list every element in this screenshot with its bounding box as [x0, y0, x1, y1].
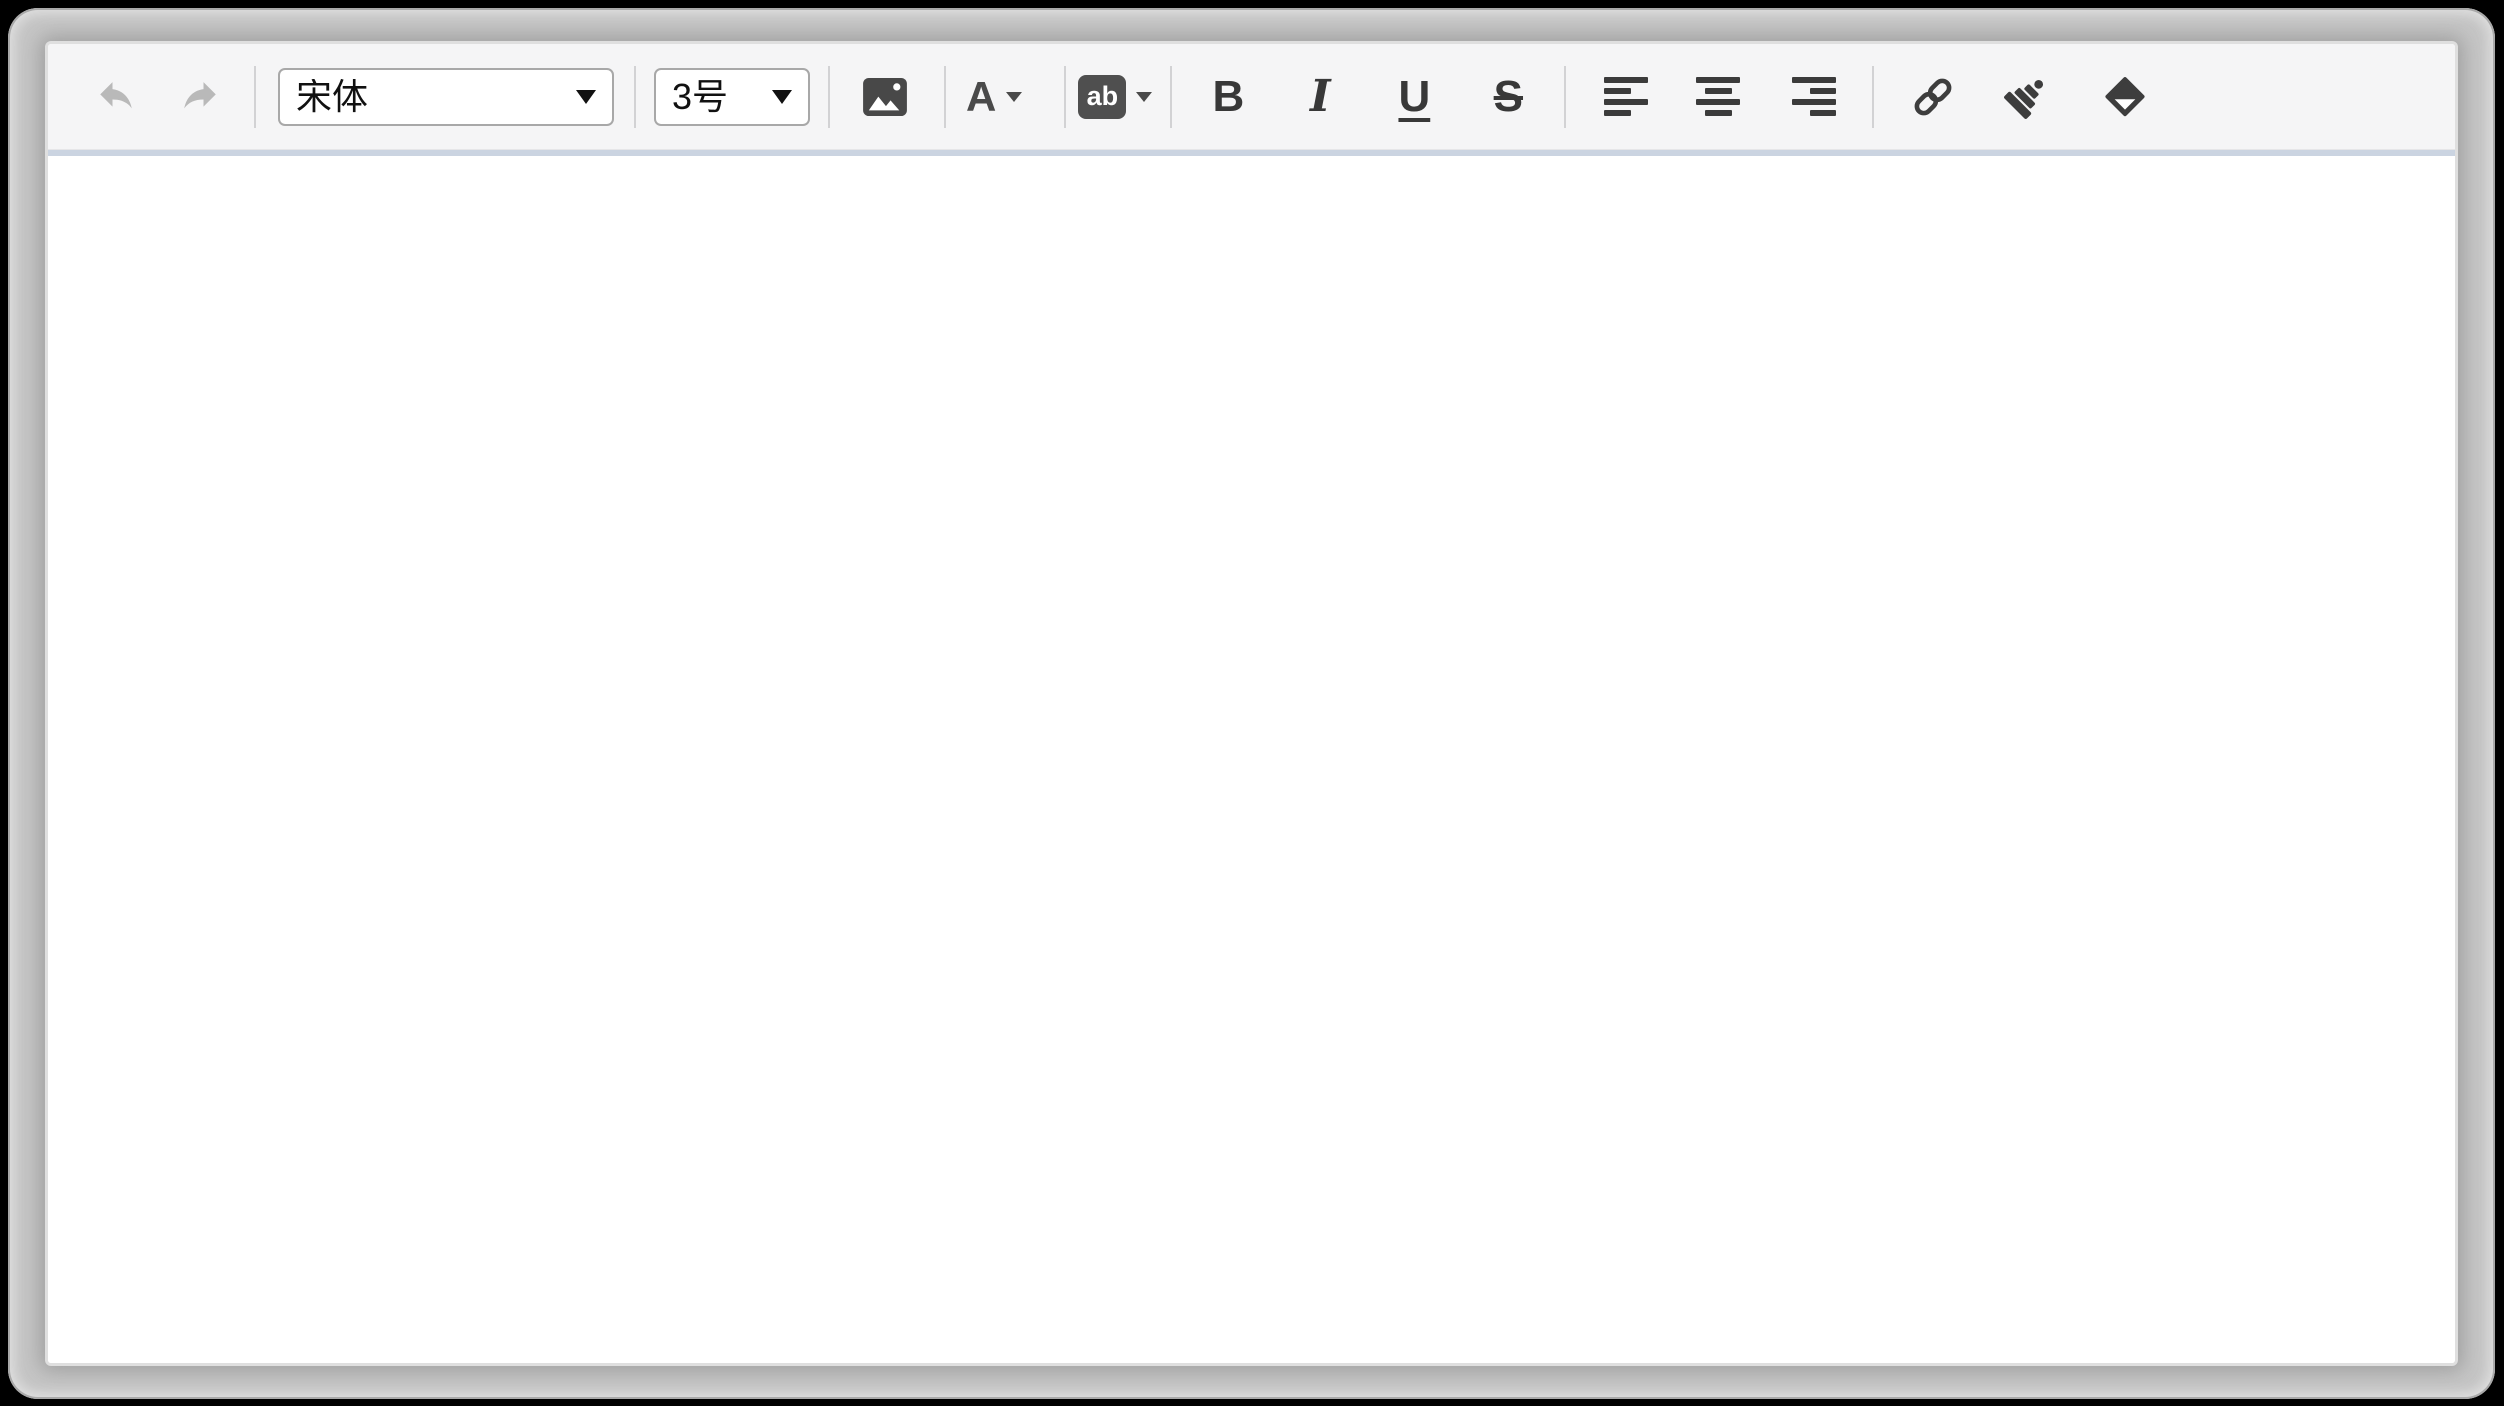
toolbar-separator	[944, 66, 946, 128]
caret-down-icon	[1006, 92, 1022, 102]
font-size-select[interactable]: 3号	[654, 68, 810, 126]
underline-label: U	[1398, 75, 1430, 119]
font-size-value: 3号	[672, 79, 758, 115]
editor-content-area[interactable]	[48, 156, 2455, 1363]
highlight-label: ab	[1087, 83, 1119, 110]
format-brush-button[interactable]	[2000, 55, 2052, 139]
font-color-label: A	[966, 76, 996, 118]
align-left-button[interactable]	[1604, 55, 1648, 139]
chain-link-icon	[1910, 74, 1956, 120]
undo-arrow-icon	[92, 76, 140, 118]
font-family-select[interactable]: 宋体	[278, 68, 614, 126]
undo-button[interactable]	[88, 55, 144, 139]
strikethrough-label: S	[1494, 75, 1523, 119]
toolbar-separator	[1872, 66, 1874, 128]
image-icon	[862, 77, 908, 117]
toolbar-separator	[1064, 66, 1066, 128]
insert-image-button[interactable]	[860, 55, 910, 139]
align-right-button[interactable]	[1792, 55, 1836, 139]
dropdown-caret-icon	[772, 90, 792, 104]
eraser-icon	[2102, 74, 2148, 120]
align-right-icon	[1792, 77, 1836, 116]
highlight-badge: ab	[1078, 75, 1126, 119]
align-left-icon	[1604, 77, 1648, 116]
strikethrough-button[interactable]: S	[1476, 55, 1540, 139]
toolbar-separator	[1564, 66, 1566, 128]
redo-arrow-icon	[176, 76, 224, 118]
dropdown-caret-icon	[576, 90, 596, 104]
bold-button[interactable]: B	[1198, 55, 1258, 139]
underline-button[interactable]: U	[1382, 55, 1446, 139]
insert-link-button[interactable]	[1908, 55, 1958, 139]
toolbar-separator	[254, 66, 256, 128]
bold-label: B	[1212, 75, 1244, 119]
font-color-button[interactable]: A	[966, 55, 1022, 139]
font-family-value: 宋体	[296, 79, 562, 115]
toolbar-separator	[634, 66, 636, 128]
toolbar-separator	[828, 66, 830, 128]
caret-down-icon	[1136, 92, 1152, 102]
paint-brush-icon	[2001, 72, 2051, 122]
rich-text-editor: 宋体 3号 A	[48, 44, 2455, 1363]
toolbar-separator	[1170, 66, 1172, 128]
italic-button[interactable]: I	[1290, 55, 1350, 139]
highlight-color-button[interactable]: ab	[1078, 55, 1152, 139]
redo-button[interactable]	[172, 55, 228, 139]
clear-format-button[interactable]	[2100, 55, 2150, 139]
editor-window-frame: 宋体 3号 A	[8, 8, 2495, 1399]
editor-toolbar: 宋体 3号 A	[48, 44, 2455, 150]
align-center-icon	[1696, 77, 1740, 116]
align-center-button[interactable]	[1696, 55, 1740, 139]
italic-label: I	[1310, 75, 1331, 119]
